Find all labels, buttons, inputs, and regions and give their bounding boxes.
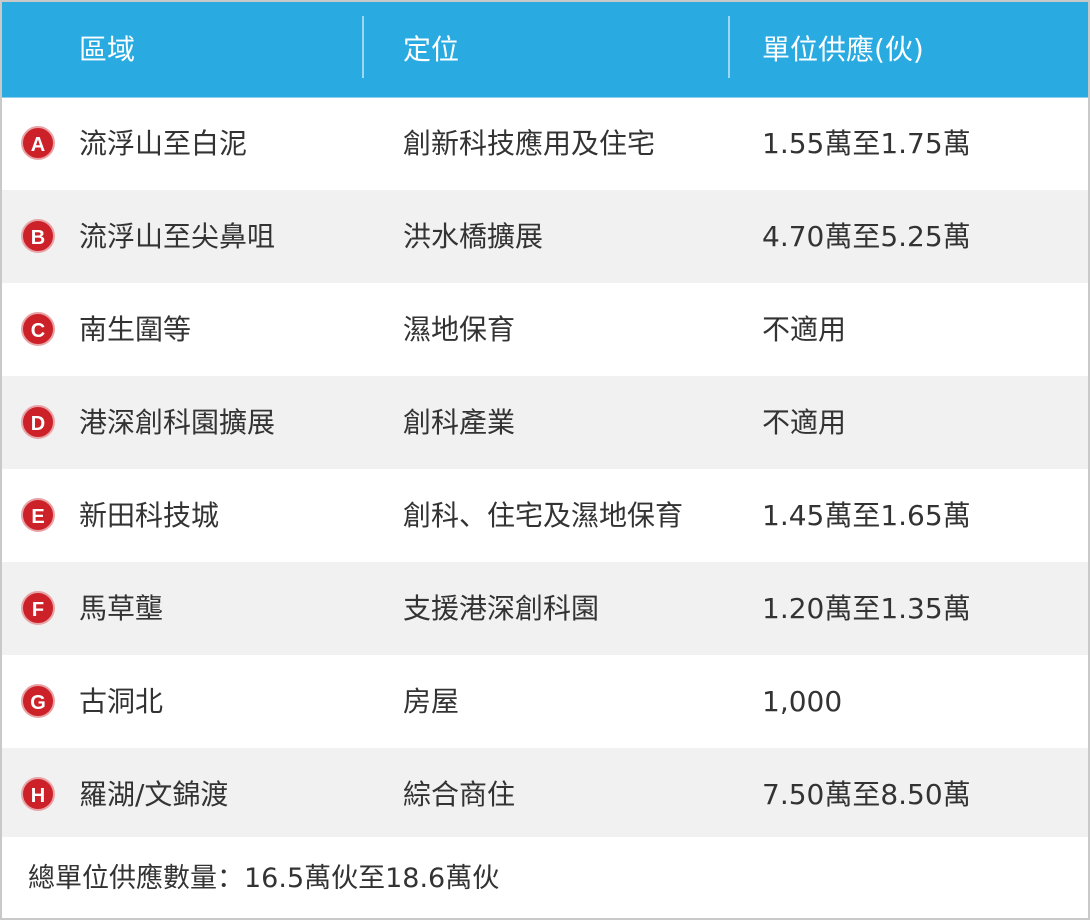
area-cell: 羅湖/文錦渡 [79, 778, 229, 811]
supply-table-frame: 區域 定位 單位供應(伙) A 流浮山至白泥 創新科技應用及住宅 1.55萬至1… [0, 0, 1090, 920]
supply-cell: 4.70萬至5.25萬 [762, 220, 971, 253]
row-badge: F [21, 591, 55, 625]
supply-cell: 不適用 [762, 313, 847, 346]
positioning-cell: 濕地保育 [403, 313, 516, 346]
table-row: B 流浮山至尖鼻咀 洪水橋擴展 4.70萬至5.25萬 [2, 190, 1088, 283]
table-row: F 馬草壟 支援港深創科園 1.20萬至1.35萬 [2, 562, 1088, 655]
area-cell: 港深創科園擴展 [79, 406, 276, 439]
row-badge: C [21, 312, 55, 346]
area-cell: 流浮山至尖鼻咀 [79, 220, 276, 253]
table-footer: 總單位供應數量：16.5萬伙至18.6萬伙 [2, 837, 1088, 918]
table-header: 區域 定位 單位供應(伙) [2, 2, 1088, 98]
table-row: A 流浮山至白泥 創新科技應用及住宅 1.55萬至1.75萬 [2, 97, 1088, 190]
header-positioning: 定位 [403, 33, 460, 66]
area-cell: 新田科技城 [79, 499, 220, 532]
positioning-cell: 支援港深創科園 [403, 592, 600, 625]
supply-cell: 7.50萬至8.50萬 [762, 778, 971, 811]
area-cell: 流浮山至白泥 [79, 127, 248, 160]
area-cell: 馬草壟 [79, 592, 164, 625]
positioning-cell: 房屋 [403, 685, 460, 718]
positioning-cell: 創新科技應用及住宅 [403, 127, 656, 160]
positioning-cell: 洪水橋擴展 [403, 220, 544, 253]
table-row: G 古洞北 房屋 1,000 [2, 655, 1088, 748]
table-row: H 羅湖/文錦渡 綜合商住 7.50萬至8.50萬 [2, 748, 1088, 841]
positioning-cell: 綜合商住 [403, 778, 516, 811]
supply-cell: 1.20萬至1.35萬 [762, 592, 971, 625]
supply-cell: 不適用 [762, 406, 847, 439]
row-badge: A [21, 126, 55, 160]
supply-cell: 1.45萬至1.65萬 [762, 499, 971, 532]
table-row: C 南生圍等 濕地保育 不適用 [2, 283, 1088, 376]
header-divider [728, 16, 730, 78]
row-badge: E [21, 498, 55, 532]
total-supply-text: 總單位供應數量：16.5萬伙至18.6萬伙 [28, 863, 500, 894]
area-cell: 南生圍等 [79, 313, 192, 346]
table-row: D 港深創科園擴展 創科產業 不適用 [2, 376, 1088, 469]
positioning-cell: 創科產業 [403, 406, 516, 439]
header-divider [362, 16, 364, 78]
row-badge: D [21, 405, 55, 439]
header-area: 區域 [79, 33, 136, 66]
supply-cell: 1,000 [762, 685, 843, 718]
supply-cell: 1.55萬至1.75萬 [762, 127, 971, 160]
table-row: E 新田科技城 創科、住宅及濕地保育 1.45萬至1.65萬 [2, 469, 1088, 562]
header-supply: 單位供應(伙) [762, 33, 924, 66]
row-badge: B [21, 219, 55, 253]
row-badge: G [21, 684, 55, 718]
area-cell: 古洞北 [79, 685, 164, 718]
row-badge: H [21, 777, 55, 811]
positioning-cell: 創科、住宅及濕地保育 [403, 499, 684, 532]
